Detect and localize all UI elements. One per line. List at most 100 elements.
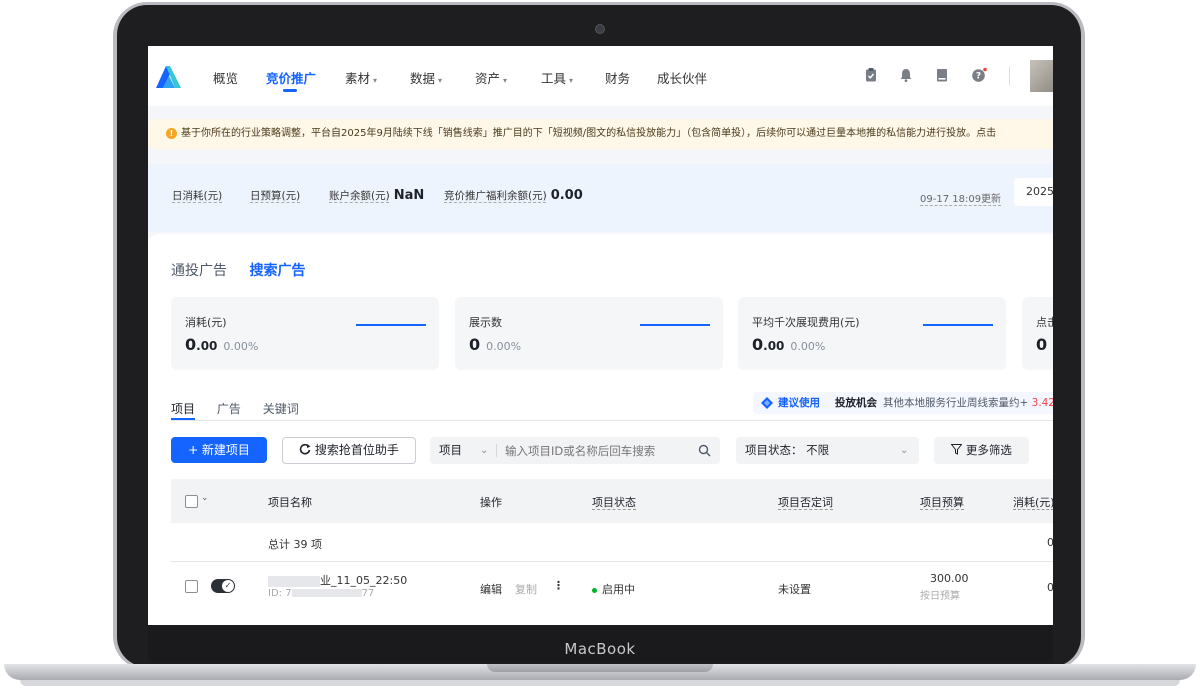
nav-overview[interactable]: 概览 [213, 68, 238, 87]
balance-label: 账户余额(元) [329, 190, 390, 202]
nav-active-indicator [283, 89, 297, 92]
nav-label: 资产 [475, 71, 501, 86]
suggest-desc: 其他本地服务行业周线索量约+ 3.42 [883, 392, 1053, 414]
chevron-down-icon: ⌄ [900, 445, 909, 456]
col-project-budget[interactable]: 项目预算 [920, 494, 964, 510]
assistant-label: 搜索抢首位助手 [314, 443, 399, 457]
project-name[interactable]: 业_11_05_22:50 [268, 572, 407, 588]
nav-data[interactable]: 数据 ▾ [410, 68, 442, 87]
nav-label: 成长伙伴 [657, 71, 708, 86]
metric-trend-line [640, 324, 710, 326]
metric-label: 平均千次展现费用(元) [752, 316, 860, 329]
status-badge: 启用中 [592, 581, 635, 597]
svg-text:?: ? [976, 72, 981, 82]
chevron-down-icon[interactable]: ⌄ [201, 493, 209, 503]
search-icon[interactable] [698, 444, 711, 457]
tab-projects[interactable]: 项目 [171, 402, 195, 416]
metric-pct: 0.00% [223, 340, 259, 353]
caret-down-icon: ▾ [569, 76, 574, 85]
new-project-button[interactable]: + 新建项目 [171, 437, 267, 463]
col-negative-keywords[interactable]: 项目否定词 [778, 494, 833, 510]
nav-tools[interactable]: 工具 ▾ [541, 68, 573, 87]
date-picker[interactable]: 2025 [1014, 178, 1053, 206]
laptop-base-shadow [20, 680, 1180, 686]
laptop-notch [487, 664, 713, 672]
suggest-tag: 建议使用 [778, 397, 820, 409]
total-row: 总计 39 项 0 [171, 523, 1053, 562]
tab-general-ads[interactable]: 通投广告 [171, 263, 227, 279]
main-panel: 通投广告 搜索广告 消耗(元) 0.00 0.00% 展示数 0 0.00% 平均千… [148, 234, 1053, 625]
clipboard-icon[interactable] [863, 67, 879, 83]
book-icon[interactable] [934, 67, 950, 83]
webcam [595, 24, 605, 34]
tab-search-ads[interactable]: 搜索广告 [249, 263, 305, 279]
diamond-icon [761, 397, 773, 409]
project-status-select[interactable]: 项目状态： 不限 ⌄ [736, 437, 919, 464]
nav-label: 素材 [345, 71, 371, 86]
nav-assets[interactable]: 资产 ▾ [475, 68, 507, 87]
caret-down-icon: ▾ [373, 76, 378, 85]
redacted-block [268, 575, 320, 587]
balance-value: NaN [393, 188, 425, 203]
app-logo [156, 66, 181, 88]
col-spend[interactable]: 消耗(元) [1013, 494, 1053, 510]
help-icon[interactable]: ? [971, 67, 987, 83]
search-scope-select[interactable]: 项目 [439, 437, 462, 464]
metric-label: 消耗(元) [185, 316, 227, 329]
budget-value: 300.00 [930, 572, 969, 585]
col-project-name: 项目名称 [268, 496, 312, 509]
status-toggle[interactable]: ✓ [211, 579, 235, 593]
avatar[interactable] [1030, 60, 1053, 92]
metric-pct: 0.00% [486, 340, 522, 353]
project-name-suffix: 业_11_05_22:50 [320, 574, 408, 587]
suggestion-banner[interactable]: 建议使用 投放机会 其他本地服务行业周线索量约+ 3.42 [753, 392, 1053, 414]
metric-card-cpm[interactable]: 平均千次展现费用(元) 0.00 0.00% [738, 297, 1006, 370]
search-assistant-button[interactable]: 搜索抢首位助手 [282, 437, 416, 464]
metric-card-clicks[interactable]: 点击 0 [1022, 297, 1053, 370]
nav-growth-partner[interactable]: 成长伙伴 [657, 68, 707, 87]
nav-bidding-promotion[interactable]: 竞价推广 [266, 68, 316, 87]
caret-down-icon: ▾ [438, 76, 443, 85]
check-icon: ✓ [222, 580, 234, 592]
bell-icon[interactable] [898, 67, 914, 83]
redacted-block [291, 589, 362, 597]
more-actions-icon[interactable]: ⋮ [553, 579, 564, 592]
metric-card-spend[interactable]: 消耗(元) 0.00 0.00% [171, 297, 439, 370]
tab-ads[interactable]: 广告 [217, 402, 241, 416]
row-spend: 0 [1047, 581, 1053, 594]
rebate-value: 0.00 [550, 188, 583, 203]
table-row[interactable]: ✓ 业_11_05_22:50 ID: 7 77 编辑 复制 ⋮ 启用中 未设置 … [171, 561, 1053, 602]
status-dot-icon [592, 587, 597, 593]
edit-link[interactable]: 编辑 [480, 581, 502, 597]
col-project-status[interactable]: 项目状态 [592, 494, 636, 510]
tab-keywords[interactable]: 关键词 [263, 402, 299, 416]
search-input[interactable] [505, 437, 685, 464]
more-filters-button[interactable]: 更多筛选 [934, 437, 1029, 464]
negative-keywords-value: 未设置 [778, 583, 811, 596]
metric-pct: 0.00% [790, 340, 826, 353]
search-divider [496, 444, 497, 457]
metric-int: 0 [185, 335, 197, 354]
daily-budget: 日预算(元) [250, 188, 300, 203]
select-all-checkbox[interactable] [185, 495, 198, 508]
row-checkbox[interactable] [185, 580, 198, 593]
refresh-check-icon [299, 443, 311, 455]
daily-budget-label: 日预算(元) [250, 190, 301, 202]
daily-spend-label: 日消耗(元) [172, 190, 223, 202]
account-balance: 账户余额(元) NaN [329, 188, 424, 203]
suggest-number: 3.42 [1031, 397, 1053, 409]
tab-divider [171, 420, 1053, 421]
project-search-box: 项目 ⌄ [430, 437, 720, 464]
update-time: 09-17 18:09更新 [920, 194, 1002, 205]
nav-finance[interactable]: 财务 [605, 68, 630, 87]
total-count: 总计 39 项 [268, 538, 322, 551]
total-spend: 0 [1047, 536, 1053, 549]
nav-materials[interactable]: 素材 ▾ [345, 68, 377, 87]
screen: 概览 竞价推广 素材▾ 数据▾ 资产▾ 工具▾ 财务 成长伙伴 ? ! [148, 46, 1053, 625]
top-nav: 概览 竞价推广 素材 ▾ 数据 ▾ 资产 ▾ 工具 ▾ 财务 成长伙伴 ? [148, 46, 1053, 106]
metric-value: 0 [1036, 335, 1053, 354]
nav-label: 概览 [213, 71, 239, 86]
metric-card-impressions[interactable]: 展示数 0 0.00% [455, 297, 723, 370]
copy-link[interactable]: 复制 [515, 581, 537, 597]
metric-dec: .00 [196, 339, 218, 353]
